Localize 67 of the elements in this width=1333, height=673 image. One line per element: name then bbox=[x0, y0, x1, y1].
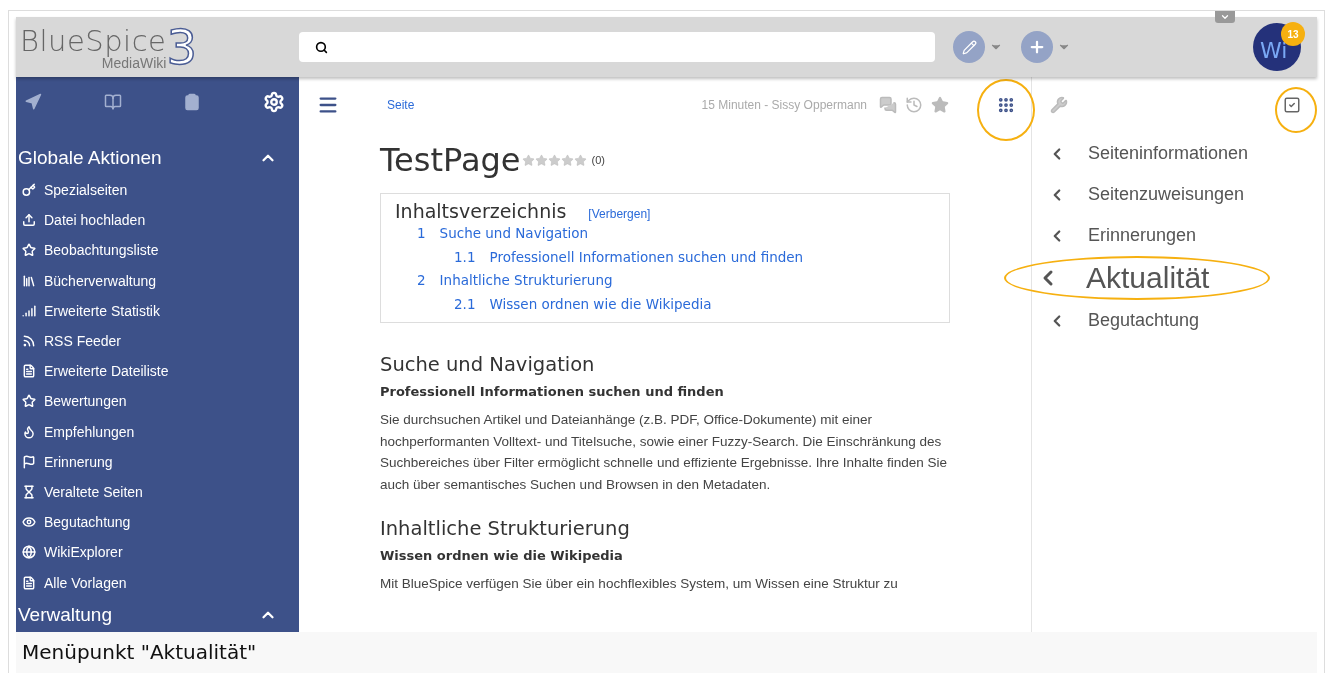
hourglass-icon bbox=[22, 484, 36, 499]
paragraph: Sie durchsuchen Artikel und Dateianhänge (z.B. PDF, Office-Dokumente) mit einer hochperformanten Volltext- und Titelsuche, sowie einer Fuzzy-Search. Die Einschränkung des Suchbereiches über Filter ermöglicht schnelle und effiziente Ergebnisse. Ihre Inhalte finden Sie auch über semantisches Suchen und Browsen in den Metadaten. bbox=[380, 411, 949, 494]
books-icon bbox=[22, 273, 36, 288]
sidebar-item[interactable]: Bewertungen bbox=[16, 386, 299, 417]
book-icon[interactable] bbox=[103, 93, 122, 111]
upload-icon bbox=[22, 213, 36, 228]
flame-icon bbox=[22, 424, 36, 439]
toc-link[interactable]: 1.1 Professionell Informationen suchen und finden bbox=[395, 245, 935, 269]
section-heading: Suche und Navigation bbox=[380, 353, 596, 376]
subheading: Professionell Informationen suchen und finden bbox=[380, 384, 725, 399]
paragraph: Mit BlueSpice verfügen Sie über ein hochflexibles System, um Wissen eine Struktur zu bbox=[380, 575, 899, 593]
sidebar-item[interactable]: Erweiterte Dateiliste bbox=[16, 356, 299, 387]
panel-menu-item[interactable]: Seitenzuweisungen bbox=[1032, 174, 1317, 215]
breadcrumb-link[interactable]: Seite bbox=[387, 98, 415, 112]
panel-menu-item[interactable]: Begutachtung bbox=[1032, 300, 1317, 341]
toc-link[interactable]: 2.1 Wissen ordnen wie die Wikipedia bbox=[395, 292, 935, 316]
eye-icon bbox=[22, 515, 36, 530]
star-icon bbox=[22, 243, 36, 258]
sidebar-item[interactable]: Datei hochladen bbox=[16, 205, 299, 236]
toc-title: Inhaltsverzeichnis bbox=[395, 200, 567, 222]
sidebar-item[interactable]: Spezialseiten bbox=[16, 175, 299, 206]
sidebar-item[interactable]: WikiExplorer bbox=[16, 537, 299, 568]
document-icon bbox=[22, 575, 36, 590]
sidebar-item[interactable]: Alle Vorlagen bbox=[16, 567, 299, 598]
panel-menu-item[interactable]: Aktualität bbox=[1032, 260, 1210, 296]
section-header[interactable]: Globale Aktionen bbox=[16, 127, 299, 175]
sidebar-item[interactable]: Begutachtung bbox=[16, 507, 299, 538]
pencil-icon bbox=[961, 39, 977, 55]
edit-button[interactable] bbox=[953, 31, 985, 63]
collapse-tab[interactable] bbox=[1215, 11, 1235, 23]
subheading: Wissen ordnen wie die Wikipedia bbox=[380, 548, 624, 563]
last-edit-info: 15 Minuten - Sissy Oppermann bbox=[701, 98, 867, 112]
sidebar-item[interactable]: RSS Feeder bbox=[16, 325, 299, 357]
section-header[interactable]: Verwaltung bbox=[16, 597, 299, 632]
sidebar-item[interactable]: Bücherverwaltung bbox=[16, 265, 299, 296]
search-field[interactable] bbox=[299, 32, 935, 62]
star-rating[interactable] bbox=[522, 153, 588, 167]
star-icon bbox=[22, 394, 36, 409]
page-title: TestPage bbox=[380, 141, 521, 179]
navigation-icon[interactable] bbox=[24, 93, 42, 111]
document-icon bbox=[22, 364, 36, 379]
rating-count: (0) bbox=[591, 154, 605, 166]
sidebar-item[interactable]: Erinnerung bbox=[16, 446, 299, 477]
sidebar-item[interactable]: Beobachtungsliste bbox=[16, 235, 299, 266]
sidebar-item[interactable]: Erweiterte Statistik bbox=[16, 295, 299, 326]
globe-icon bbox=[22, 545, 36, 560]
sidebar-item[interactable]: Veraltete Seiten bbox=[16, 476, 299, 508]
toc-link[interactable]: 1 Suche und Navigation bbox=[395, 222, 935, 246]
plus-icon bbox=[1028, 38, 1046, 56]
toc-toggle-link[interactable]: [Verbergen] bbox=[588, 207, 651, 221]
panel-menu-item[interactable]: Erinnerungen bbox=[1032, 215, 1317, 256]
settings-icon[interactable] bbox=[262, 91, 285, 113]
key-icon bbox=[22, 183, 36, 198]
image-caption: Menüpunkt "Aktualität" bbox=[16, 632, 1317, 673]
add-button[interactable] bbox=[1021, 31, 1053, 63]
annotation-circle bbox=[977, 79, 1035, 141]
toc-link[interactable]: 2 Inhaltliche Strukturierung bbox=[395, 269, 935, 293]
panel-menu-item[interactable]: Seiteninformationen bbox=[1032, 133, 1317, 174]
chevron-icon bbox=[1220, 12, 1230, 22]
section-heading: Inhaltliche Strukturierung bbox=[380, 517, 631, 540]
flag-icon bbox=[22, 454, 36, 469]
clipboard-icon[interactable] bbox=[183, 93, 202, 111]
sidebar-item[interactable]: Empfehlungen bbox=[16, 416, 299, 447]
search-icon bbox=[315, 40, 328, 54]
rss-icon bbox=[22, 334, 36, 349]
bar-chart-icon bbox=[22, 303, 36, 318]
annotation-circle bbox=[1275, 87, 1317, 133]
